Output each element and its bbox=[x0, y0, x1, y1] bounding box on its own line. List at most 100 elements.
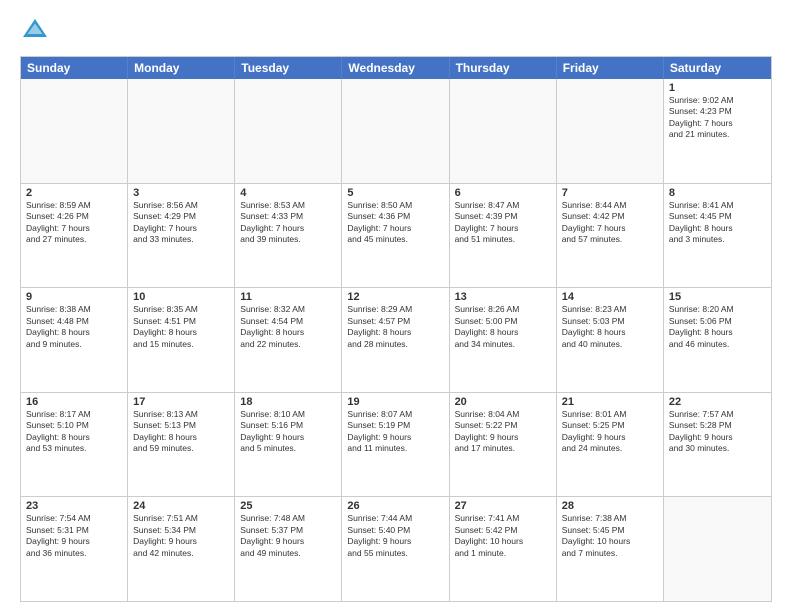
day-info: Sunrise: 8:59 AM Sunset: 4:26 PM Dayligh… bbox=[26, 200, 122, 246]
day-number: 17 bbox=[133, 396, 229, 408]
day-number: 20 bbox=[455, 396, 551, 408]
day-number: 2 bbox=[26, 187, 122, 199]
day-number: 6 bbox=[455, 187, 551, 199]
day-info: Sunrise: 7:41 AM Sunset: 5:42 PM Dayligh… bbox=[455, 513, 551, 559]
calendar-row-4: 23Sunrise: 7:54 AM Sunset: 5:31 PM Dayli… bbox=[21, 496, 771, 601]
day-info: Sunrise: 8:20 AM Sunset: 5:06 PM Dayligh… bbox=[669, 304, 766, 350]
day-cell-28: 28Sunrise: 7:38 AM Sunset: 5:45 PM Dayli… bbox=[557, 497, 664, 601]
day-cell-11: 11Sunrise: 8:32 AM Sunset: 4:54 PM Dayli… bbox=[235, 288, 342, 392]
day-info: Sunrise: 7:51 AM Sunset: 5:34 PM Dayligh… bbox=[133, 513, 229, 559]
logo bbox=[20, 16, 54, 46]
calendar-row-1: 2Sunrise: 8:59 AM Sunset: 4:26 PM Daylig… bbox=[21, 183, 771, 288]
day-number: 15 bbox=[669, 291, 766, 303]
day-info: Sunrise: 7:38 AM Sunset: 5:45 PM Dayligh… bbox=[562, 513, 658, 559]
day-info: Sunrise: 8:47 AM Sunset: 4:39 PM Dayligh… bbox=[455, 200, 551, 246]
day-number: 11 bbox=[240, 291, 336, 303]
header-day-thursday: Thursday bbox=[450, 57, 557, 79]
day-cell-16: 16Sunrise: 8:17 AM Sunset: 5:10 PM Dayli… bbox=[21, 393, 128, 497]
day-cell-6: 6Sunrise: 8:47 AM Sunset: 4:39 PM Daylig… bbox=[450, 184, 557, 288]
day-cell-empty-0-3 bbox=[342, 79, 449, 183]
day-number: 13 bbox=[455, 291, 551, 303]
calendar-body: 1Sunrise: 9:02 AM Sunset: 4:23 PM Daylig… bbox=[21, 79, 771, 601]
day-info: Sunrise: 8:50 AM Sunset: 4:36 PM Dayligh… bbox=[347, 200, 443, 246]
day-cell-12: 12Sunrise: 8:29 AM Sunset: 4:57 PM Dayli… bbox=[342, 288, 449, 392]
day-info: Sunrise: 8:53 AM Sunset: 4:33 PM Dayligh… bbox=[240, 200, 336, 246]
page: SundayMondayTuesdayWednesdayThursdayFrid… bbox=[0, 0, 792, 612]
day-cell-1: 1Sunrise: 9:02 AM Sunset: 4:23 PM Daylig… bbox=[664, 79, 771, 183]
day-number: 26 bbox=[347, 500, 443, 512]
logo-icon bbox=[20, 16, 50, 46]
day-cell-empty-0-0 bbox=[21, 79, 128, 183]
header-day-saturday: Saturday bbox=[664, 57, 771, 79]
day-cell-5: 5Sunrise: 8:50 AM Sunset: 4:36 PM Daylig… bbox=[342, 184, 449, 288]
day-cell-22: 22Sunrise: 7:57 AM Sunset: 5:28 PM Dayli… bbox=[664, 393, 771, 497]
day-info: Sunrise: 8:17 AM Sunset: 5:10 PM Dayligh… bbox=[26, 409, 122, 455]
header-day-monday: Monday bbox=[128, 57, 235, 79]
day-cell-empty-0-2 bbox=[235, 79, 342, 183]
day-number: 9 bbox=[26, 291, 122, 303]
day-info: Sunrise: 8:23 AM Sunset: 5:03 PM Dayligh… bbox=[562, 304, 658, 350]
day-info: Sunrise: 7:57 AM Sunset: 5:28 PM Dayligh… bbox=[669, 409, 766, 455]
day-info: Sunrise: 8:41 AM Sunset: 4:45 PM Dayligh… bbox=[669, 200, 766, 246]
header-day-friday: Friday bbox=[557, 57, 664, 79]
day-cell-17: 17Sunrise: 8:13 AM Sunset: 5:13 PM Dayli… bbox=[128, 393, 235, 497]
day-info: Sunrise: 7:48 AM Sunset: 5:37 PM Dayligh… bbox=[240, 513, 336, 559]
day-cell-10: 10Sunrise: 8:35 AM Sunset: 4:51 PM Dayli… bbox=[128, 288, 235, 392]
header-day-tuesday: Tuesday bbox=[235, 57, 342, 79]
day-cell-13: 13Sunrise: 8:26 AM Sunset: 5:00 PM Dayli… bbox=[450, 288, 557, 392]
day-cell-21: 21Sunrise: 8:01 AM Sunset: 5:25 PM Dayli… bbox=[557, 393, 664, 497]
day-cell-25: 25Sunrise: 7:48 AM Sunset: 5:37 PM Dayli… bbox=[235, 497, 342, 601]
day-info: Sunrise: 8:44 AM Sunset: 4:42 PM Dayligh… bbox=[562, 200, 658, 246]
header-day-wednesday: Wednesday bbox=[342, 57, 449, 79]
day-info: Sunrise: 8:10 AM Sunset: 5:16 PM Dayligh… bbox=[240, 409, 336, 455]
header-day-sunday: Sunday bbox=[21, 57, 128, 79]
day-number: 8 bbox=[669, 187, 766, 199]
day-number: 7 bbox=[562, 187, 658, 199]
day-cell-14: 14Sunrise: 8:23 AM Sunset: 5:03 PM Dayli… bbox=[557, 288, 664, 392]
day-info: Sunrise: 8:38 AM Sunset: 4:48 PM Dayligh… bbox=[26, 304, 122, 350]
day-cell-empty-4-6 bbox=[664, 497, 771, 601]
day-number: 16 bbox=[26, 396, 122, 408]
day-info: Sunrise: 7:44 AM Sunset: 5:40 PM Dayligh… bbox=[347, 513, 443, 559]
day-cell-8: 8Sunrise: 8:41 AM Sunset: 4:45 PM Daylig… bbox=[664, 184, 771, 288]
day-number: 3 bbox=[133, 187, 229, 199]
calendar-row-2: 9Sunrise: 8:38 AM Sunset: 4:48 PM Daylig… bbox=[21, 287, 771, 392]
day-cell-26: 26Sunrise: 7:44 AM Sunset: 5:40 PM Dayli… bbox=[342, 497, 449, 601]
day-number: 21 bbox=[562, 396, 658, 408]
day-info: Sunrise: 8:32 AM Sunset: 4:54 PM Dayligh… bbox=[240, 304, 336, 350]
day-info: Sunrise: 8:29 AM Sunset: 4:57 PM Dayligh… bbox=[347, 304, 443, 350]
header bbox=[20, 16, 772, 46]
day-cell-24: 24Sunrise: 7:51 AM Sunset: 5:34 PM Dayli… bbox=[128, 497, 235, 601]
day-info: Sunrise: 7:54 AM Sunset: 5:31 PM Dayligh… bbox=[26, 513, 122, 559]
day-number: 28 bbox=[562, 500, 658, 512]
calendar-row-3: 16Sunrise: 8:17 AM Sunset: 5:10 PM Dayli… bbox=[21, 392, 771, 497]
day-cell-4: 4Sunrise: 8:53 AM Sunset: 4:33 PM Daylig… bbox=[235, 184, 342, 288]
day-number: 22 bbox=[669, 396, 766, 408]
day-info: Sunrise: 8:04 AM Sunset: 5:22 PM Dayligh… bbox=[455, 409, 551, 455]
day-info: Sunrise: 8:35 AM Sunset: 4:51 PM Dayligh… bbox=[133, 304, 229, 350]
day-cell-empty-0-4 bbox=[450, 79, 557, 183]
day-cell-3: 3Sunrise: 8:56 AM Sunset: 4:29 PM Daylig… bbox=[128, 184, 235, 288]
day-cell-9: 9Sunrise: 8:38 AM Sunset: 4:48 PM Daylig… bbox=[21, 288, 128, 392]
day-cell-27: 27Sunrise: 7:41 AM Sunset: 5:42 PM Dayli… bbox=[450, 497, 557, 601]
day-number: 24 bbox=[133, 500, 229, 512]
day-number: 5 bbox=[347, 187, 443, 199]
day-number: 25 bbox=[240, 500, 336, 512]
calendar: SundayMondayTuesdayWednesdayThursdayFrid… bbox=[20, 56, 772, 602]
day-cell-2: 2Sunrise: 8:59 AM Sunset: 4:26 PM Daylig… bbox=[21, 184, 128, 288]
day-cell-23: 23Sunrise: 7:54 AM Sunset: 5:31 PM Dayli… bbox=[21, 497, 128, 601]
day-number: 23 bbox=[26, 500, 122, 512]
day-cell-7: 7Sunrise: 8:44 AM Sunset: 4:42 PM Daylig… bbox=[557, 184, 664, 288]
day-cell-15: 15Sunrise: 8:20 AM Sunset: 5:06 PM Dayli… bbox=[664, 288, 771, 392]
day-cell-20: 20Sunrise: 8:04 AM Sunset: 5:22 PM Dayli… bbox=[450, 393, 557, 497]
day-number: 12 bbox=[347, 291, 443, 303]
day-cell-empty-0-5 bbox=[557, 79, 664, 183]
day-info: Sunrise: 8:13 AM Sunset: 5:13 PM Dayligh… bbox=[133, 409, 229, 455]
day-number: 19 bbox=[347, 396, 443, 408]
day-info: Sunrise: 9:02 AM Sunset: 4:23 PM Dayligh… bbox=[669, 95, 766, 141]
day-number: 27 bbox=[455, 500, 551, 512]
calendar-row-0: 1Sunrise: 9:02 AM Sunset: 4:23 PM Daylig… bbox=[21, 79, 771, 183]
day-number: 14 bbox=[562, 291, 658, 303]
day-info: Sunrise: 8:01 AM Sunset: 5:25 PM Dayligh… bbox=[562, 409, 658, 455]
day-cell-19: 19Sunrise: 8:07 AM Sunset: 5:19 PM Dayli… bbox=[342, 393, 449, 497]
